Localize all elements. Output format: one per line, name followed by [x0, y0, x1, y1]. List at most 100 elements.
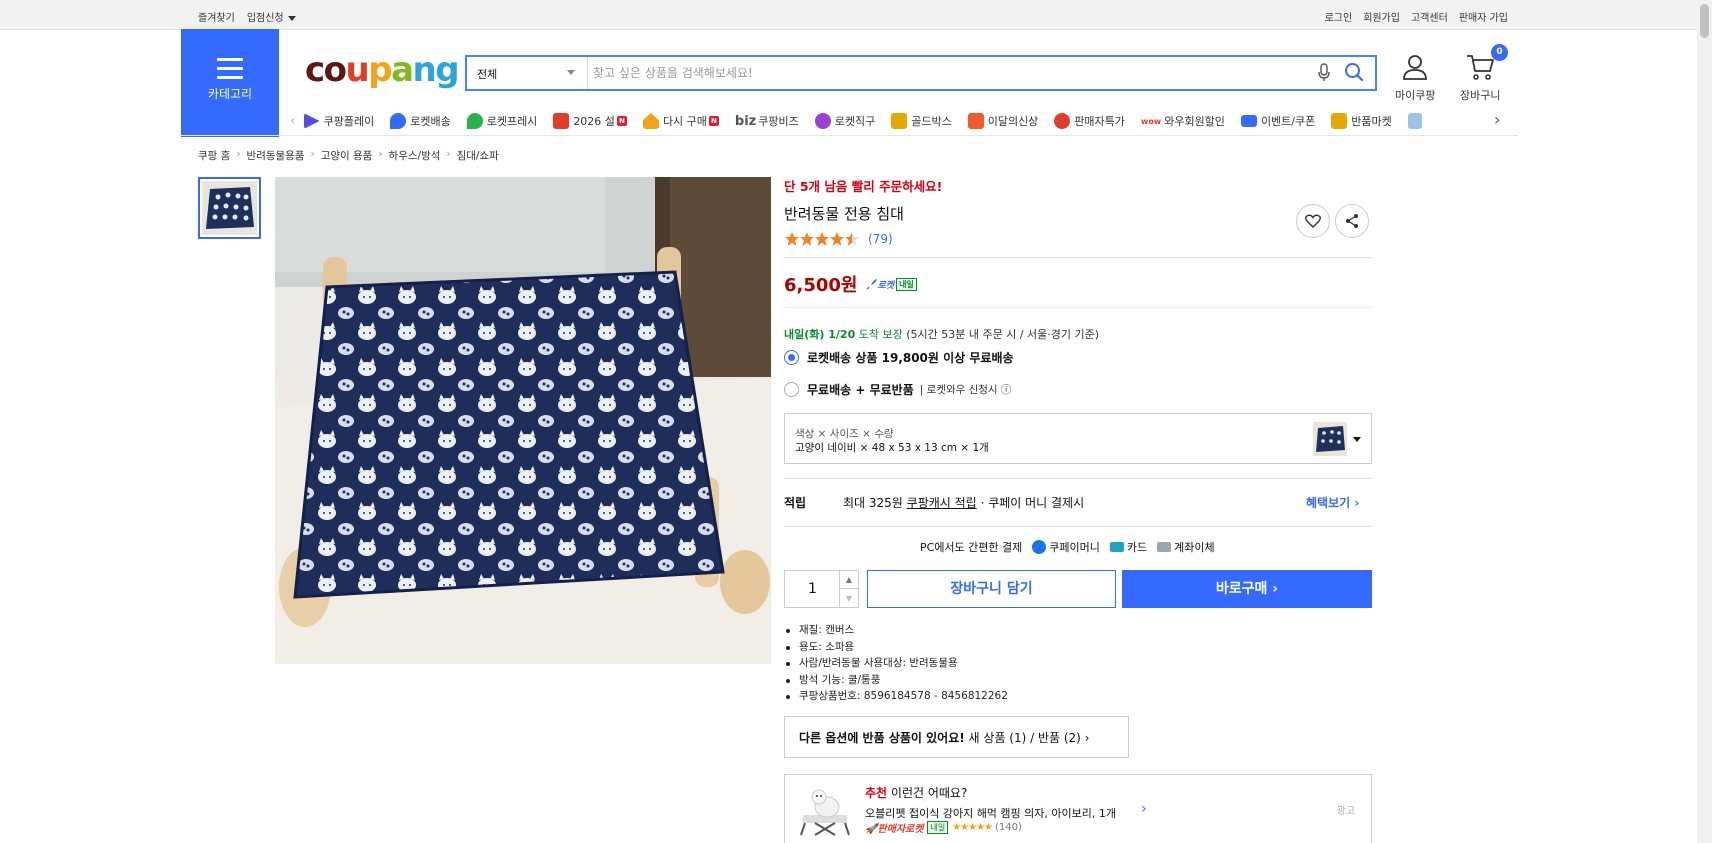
nav-label: 골드박스 — [911, 115, 952, 128]
divider — [784, 526, 1372, 527]
nav-item-returnmarket[interactable]: 반품마켓 — [1331, 113, 1392, 129]
option-select[interactable]: 색상 × 사이즈 × 수량 고양이 네이비 × 48 x 53 x 13 cm … — [784, 413, 1372, 464]
customer-center-link[interactable]: 고객센터 — [1411, 9, 1448, 24]
review-count[interactable]: (79) — [868, 232, 893, 246]
nav-item-rocketfresh[interactable]: 로켓프레시 — [466, 113, 538, 129]
return-items-banner[interactable]: 다른 옵션에 반품 상품이 있어요! 새 상품 (1) / 반품 (2) › — [784, 716, 1129, 758]
chevron-right-icon: › — [446, 148, 451, 160]
quantity-input[interactable]: 1 — [785, 571, 840, 607]
seller-signup-link[interactable]: 판매자 가입 — [1459, 9, 1508, 24]
add-to-cart-button[interactable]: 장바구니 담기 — [867, 570, 1116, 608]
nav-item-goldbox[interactable]: 골드박스 — [891, 113, 952, 129]
rocket-delivery-badge: 로켓 내일 — [865, 277, 917, 291]
reco-review-count: (140) — [995, 822, 1022, 833]
pc-payment-row: PC에서도 간편한 결제 쿠페이머니 카드 계좌이체 — [920, 539, 1215, 555]
breadcrumb-item[interactable]: 고양이 용품 — [321, 148, 373, 163]
cart-count-badge: 0 — [1491, 44, 1508, 61]
wow-icon: wow — [1140, 116, 1162, 126]
nav-label: 쿠팡플레이 — [323, 115, 375, 128]
logo-letter: o — [323, 50, 347, 90]
nav-item-biz[interactable]: biz 쿠팡비즈 — [735, 113, 799, 129]
return-banner-title: 다른 옵션에 반품 상품이 있어요! — [799, 731, 965, 745]
nav-item-rocket[interactable]: 로켓배송 — [390, 113, 451, 129]
reco-item-title[interactable]: 오블리펫 접이식 강아지 해먹 캠핑 의자, 아이보리, 1개 — [865, 805, 1116, 821]
chevron-right-icon[interactable]: › — [1141, 801, 1147, 817]
search-icon[interactable] — [1343, 61, 1365, 86]
breadcrumb-item[interactable]: 쿠팡 홈 — [198, 148, 230, 163]
coupang-cash-link[interactable]: 쿠팡캐시 적립 — [907, 494, 977, 511]
nav-label: 로켓프레시 — [486, 115, 538, 128]
reco-meta-row: 🚀판매자로켓 내일 ★★★★★ (140) — [865, 820, 1022, 835]
bookmark-link[interactable]: 즐겨찾기 — [198, 9, 235, 24]
wow-note-text: 로켓와우 신청시 ⓘ — [926, 384, 1012, 396]
buy-now-button[interactable]: 바로구매 › — [1122, 570, 1372, 608]
nav-label: 로켓배송 — [410, 115, 451, 128]
stock-urgency-text: 단 5개 남음 빨리 주문하세요! — [784, 179, 943, 194]
pay-method-label: 카드 — [1126, 541, 1148, 554]
nav-item-event[interactable]: 이벤트/쿠폰 — [1240, 113, 1315, 129]
nav-item-sellerdeal[interactable]: 판매자특가 — [1054, 113, 1125, 129]
breadcrumb: 쿠팡 홈 › 반려동물용품 › 고양이 용품 › 하우스/방석 › 침대/쇼파 — [198, 148, 499, 163]
search-input[interactable] — [593, 61, 1273, 85]
nav-item-seol[interactable]: 2026 설N — [553, 113, 627, 129]
spec-item: 사람/반려동물 사용대상: 반려동물용 — [784, 655, 1008, 672]
breadcrumb-item[interactable]: 반려동물용품 — [247, 148, 305, 163]
scrollbar-thumb[interactable] — [1700, 4, 1709, 38]
reco-headline: 이런건 어때요? — [890, 786, 968, 800]
breadcrumb-item[interactable]: 침대/쇼파 — [457, 148, 499, 163]
seller-apply-link[interactable]: 입점신청 — [247, 9, 296, 24]
radio-selected[interactable] — [784, 350, 799, 365]
signup-link[interactable]: 회원가입 — [1363, 9, 1400, 24]
globe-icon — [814, 113, 831, 129]
radio-unselected[interactable] — [784, 382, 799, 397]
category-label: 카테고리 — [207, 87, 253, 101]
login-link[interactable]: 로그인 — [1325, 9, 1353, 24]
microphone-icon[interactable] — [1317, 63, 1331, 86]
category-button[interactable]: 카테고리 — [181, 29, 279, 137]
product-main-image[interactable] — [275, 177, 771, 664]
logo-letter: g — [435, 50, 459, 90]
quantity-decrease-icon[interactable]: ▼ — [839, 589, 858, 607]
quantity-increase-icon[interactable]: ▲ — [839, 571, 858, 589]
return-banner-counts: 새 상품 (1) / 반품 (2) › — [968, 731, 1090, 745]
nav-prev-arrow-icon[interactable]: ‹ — [290, 113, 296, 129]
cart-icon — [1467, 55, 1495, 80]
nav-label: 2026 설 — [573, 115, 615, 128]
breadcrumb-item[interactable]: 하우스/방석 — [389, 148, 441, 163]
shipping-option-rocket[interactable]: 로켓배송 상품 19,800원 이상 무료배송 — [784, 349, 1372, 366]
play-icon — [303, 113, 320, 129]
nav-item-wow[interactable]: wow 와우회원할인 — [1141, 113, 1225, 129]
more-category-icon[interactable] — [1407, 113, 1422, 129]
tomorrow-badge: 내일 — [927, 821, 949, 834]
delivery-date: 내일(화) 1/20 — [784, 328, 856, 341]
pay-method-coupaymoney: 쿠페이머니 — [1032, 539, 1100, 555]
product-thumbnail[interactable] — [198, 177, 261, 239]
nav-item-newarrivals[interactable]: 이달의신상 — [967, 113, 1038, 129]
page-scrollbar[interactable] — [1697, 0, 1712, 843]
coupay-icon — [1032, 540, 1047, 554]
nav-item-global[interactable]: 로켓직구 — [814, 113, 875, 129]
nav-next-arrow-icon[interactable]: › — [1494, 110, 1500, 129]
product-specs: 재질: 캔버스 용도: 소파용 사람/반려동물 사용대상: 반려동물용 방석 기… — [784, 622, 1008, 705]
reco-headline-row: 추천 이런건 어때요? — [865, 784, 967, 801]
ad-label: 광고 — [1336, 806, 1355, 817]
benefits-link[interactable]: 혜택보기 › — [1306, 494, 1359, 511]
recommendation-card[interactable]: 추천 이런건 어때요? 오블리펫 접이식 강아지 해먹 캠핑 의자, 아이보리,… — [784, 774, 1372, 843]
spec-item: 용도: 소파용 — [784, 639, 1008, 656]
coupang-logo[interactable]: coupang — [305, 50, 460, 90]
rating-row[interactable]: (79) — [784, 231, 1372, 247]
chevron-down-icon — [1353, 437, 1361, 442]
nav-item-rebuy[interactable]: 다시 구매 N — [642, 113, 719, 129]
percent-icon — [1054, 113, 1071, 129]
seller-rocket-text: 판매자로켓 — [877, 824, 924, 835]
shipping-option-free[interactable]: 무료배송 + 무료반품 | 로켓와우 신청시 ⓘ — [784, 381, 1372, 398]
share-button[interactable] — [1335, 204, 1369, 238]
quantity-stepper: 1 ▲ ▼ — [784, 570, 859, 608]
reco-product-image — [797, 781, 853, 837]
mycoupang-button[interactable]: 마이쿠팡 — [1395, 52, 1435, 103]
search-scope-select[interactable]: 전체 — [467, 57, 588, 89]
tomorrow-badge: 내일 — [896, 277, 917, 291]
nav-item-coupangplay[interactable]: 쿠팡플레이 — [303, 113, 375, 129]
nav-label: 와우회원할인 — [1164, 115, 1225, 128]
wishlist-button[interactable] — [1296, 204, 1330, 238]
